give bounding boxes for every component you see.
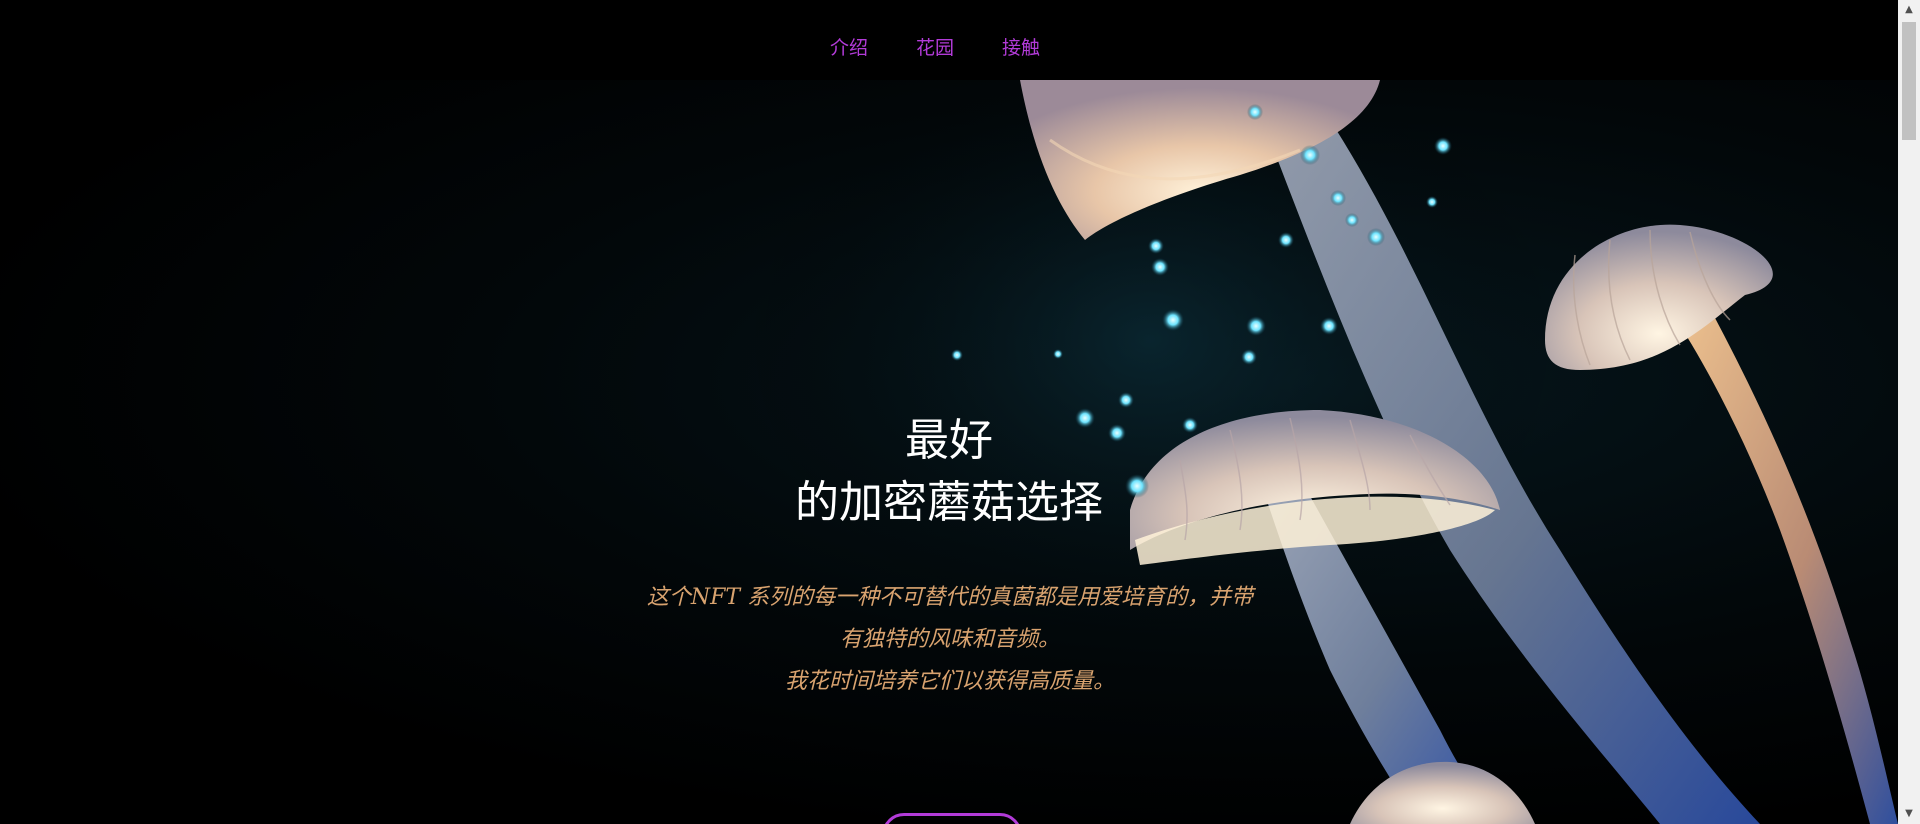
hero-subtitle: 这个NFT 系列的每一种不可替代的真菌都是用爱培育的，并带 有独特的风味和音频。… <box>590 577 1310 703</box>
nav-link-contact[interactable]: 接触 <box>1002 33 1040 60</box>
nav-link-intro[interactable]: 介绍 <box>830 33 868 60</box>
hero-subtitle-line3: 我花时间培养它们以获得高质量。 <box>784 669 1115 694</box>
scrollbar[interactable]: ▲ ▼ <box>1898 0 1920 824</box>
scrollbar-thumb[interactable] <box>1902 22 1916 140</box>
hero-headline-line2: 的加密蘑菇选择 <box>795 477 1103 528</box>
hero-subtitle-line1: 这个NFT 系列的每一种不可替代的真菌都是用爱培育的，并带 <box>646 585 1254 610</box>
nav-link-garden[interactable]: 花园 <box>916 33 954 60</box>
hero-section: 最好 的加密蘑菇选择 这个NFT 系列的每一种不可替代的真菌都是用爱培育的，并带… <box>0 80 1898 824</box>
hero-text-block: 最好 的加密蘑菇选择 这个NFT 系列的每一种不可替代的真菌都是用爱培育的，并带… <box>0 80 1898 824</box>
page: 介绍 花园 接触 最好 的加密蘑菇选择 这个NFT 系列的每一种不可替代的真菌都… <box>0 0 1920 824</box>
scroll-up-arrow-icon[interactable]: ▲ <box>1898 0 1920 20</box>
hero-subtitle-line2: 有独特的风味和音频。 <box>839 627 1060 652</box>
scroll-down-arrow-icon[interactable]: ▼ <box>1898 804 1920 824</box>
hero-headline: 最好 的加密蘑菇选择 <box>0 410 1898 534</box>
nav-links: 介绍 花园 接触 <box>830 33 1040 60</box>
top-navigation: 介绍 花园 接触 <box>0 0 1898 80</box>
hero-headline-line1: 最好 <box>905 415 993 466</box>
